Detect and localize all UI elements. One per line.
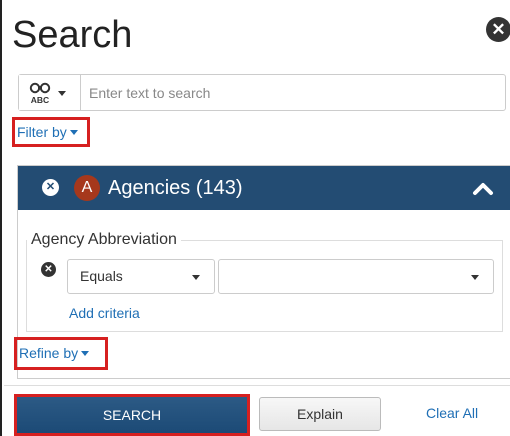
criteria-legend: Agency Abbreviation [27,231,181,249]
operator-value: Equals [80,268,123,284]
divider [4,385,510,386]
search-input[interactable] [82,75,505,110]
svg-text:ABC: ABC [31,95,49,105]
chevron-up-icon[interactable] [472,180,494,196]
filter-by-label: Filter by [17,124,67,140]
facet-title: Agencies (143) [108,177,243,199]
criteria-group: Agency Abbreviation ✕ Equals Add criteri… [26,231,503,332]
close-icon[interactable]: ✕ [486,17,510,42]
chevron-down-icon [471,275,479,280]
search-bar: ABC [18,74,506,111]
clear-all-link[interactable]: Clear All [426,405,478,421]
chevron-down-icon [81,350,90,356]
page-title: Search [12,14,133,56]
operator-select[interactable]: Equals [67,259,215,294]
chevron-down-icon [192,275,200,280]
filter-by-dropdown[interactable]: Filter by [12,117,90,147]
refine-by-label: Refine by [19,345,79,361]
remove-criteria-icon[interactable]: ✕ [41,262,56,277]
search-button[interactable]: SEARCH [14,394,250,436]
refine-by-dropdown[interactable]: Refine by [14,337,108,370]
value-select[interactable] [218,259,494,294]
search-panel: Search ✕ ABC Filter by ✕ A Agencies (143… [0,0,510,436]
explain-button[interactable]: Explain [259,397,381,431]
add-criteria-link[interactable]: Add criteria [69,305,140,321]
search-mode-dropdown[interactable]: ABC [19,75,81,110]
binoculars-abc-icon: ABC [29,82,51,105]
remove-facet-icon[interactable]: ✕ [42,179,59,196]
chevron-down-icon [69,129,78,135]
chevron-down-icon [58,91,66,96]
avatar: A [74,175,100,201]
facet-header[interactable]: ✕ A Agencies (143) [18,166,510,210]
